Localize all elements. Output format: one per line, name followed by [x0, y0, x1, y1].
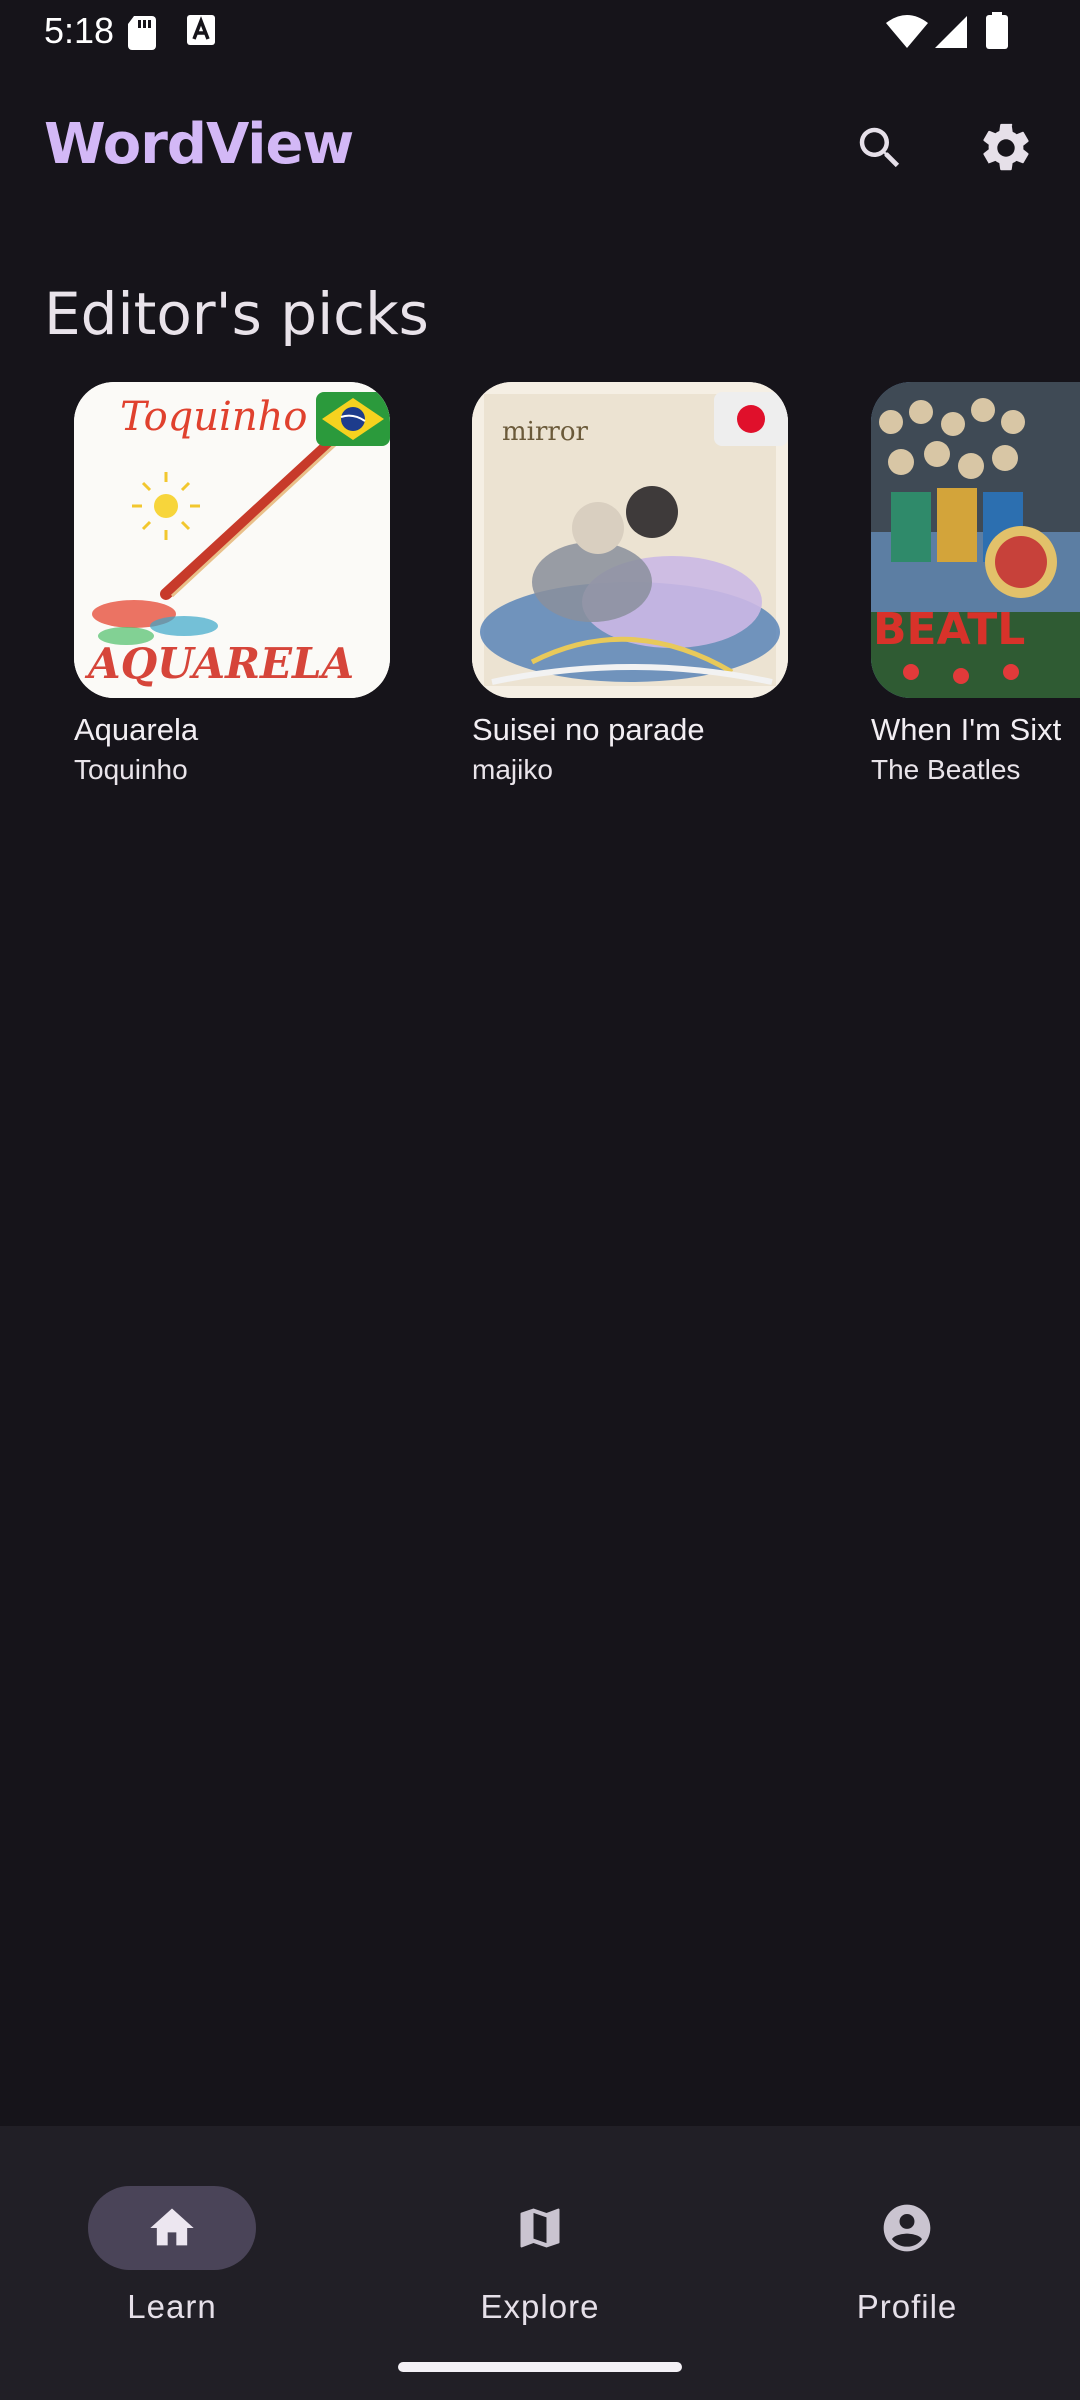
nav-label: Explore	[480, 2288, 600, 2325]
nav-label: Profile	[856, 2288, 958, 2325]
editors-picks-carousel[interactable]: Toquinho AQUARELA Aquarela Toquinho mirr…	[0, 382, 1080, 802]
status-time: 5:18	[44, 10, 115, 51]
nav-active-indicator	[88, 2186, 256, 2270]
album-cover: BEATL	[871, 382, 1080, 698]
gesture-home-indicator[interactable]	[398, 2362, 682, 2372]
app-title: WordView	[44, 112, 354, 177]
japan-flag-icon	[714, 392, 788, 446]
a-notification-icon	[187, 15, 215, 45]
svg-text:BEATL: BEATL	[873, 604, 1025, 655]
settings-button[interactable]	[966, 108, 1046, 188]
settings-icon	[983, 123, 1029, 171]
sd-card-icon	[128, 16, 156, 50]
song-artist: majiko	[472, 754, 553, 785]
nav-item-profile[interactable]: Profile	[787, 2156, 1027, 2325]
svg-text:mirror: mirror	[502, 417, 588, 447]
status-bar: 5:18	[0, 0, 1080, 64]
song-card-aquarela[interactable]: Toquinho AQUARELA Aquarela Toquinho	[74, 382, 390, 786]
album-cover: mirror	[472, 382, 788, 698]
nav-item-explore[interactable]: Explore	[420, 2156, 660, 2325]
nav-item-learn[interactable]: Learn	[52, 2156, 292, 2325]
album-cover: Toquinho AQUARELA	[74, 382, 390, 698]
svg-text:AQUARELA: AQUARELA	[84, 639, 354, 688]
home-icon	[150, 2208, 194, 2246]
nav-label: Learn	[127, 2288, 217, 2325]
account-circle-icon	[883, 2204, 931, 2252]
brazil-flag-icon	[316, 392, 390, 446]
song-card-suisei-no-parade[interactable]: mirror Suisei no parade majiko	[472, 382, 788, 786]
song-title: When I'm Sixt	[871, 712, 1062, 747]
song-card-when-im-sixty-four[interactable]: BEATL When I'm Sixt The Beatles	[871, 382, 1080, 786]
section-title: Editor's picks	[44, 280, 429, 348]
svg-text:Toquinho: Toquinho	[120, 394, 307, 440]
signal-icon	[935, 16, 967, 48]
song-artist: The Beatles	[871, 754, 1021, 785]
song-artist: Toquinho	[74, 754, 188, 785]
map-icon	[520, 2208, 560, 2248]
song-title: Aquarela	[74, 712, 199, 747]
battery-icon	[986, 12, 1008, 49]
search-button[interactable]	[840, 108, 920, 188]
sgt-pepper-cover-art: BEATL	[871, 382, 1080, 698]
song-title: Suisei no parade	[472, 712, 705, 747]
bottom-navigation: Learn Explore Profile	[0, 2126, 1080, 2400]
search-icon	[859, 127, 900, 168]
wifi-icon	[886, 15, 928, 48]
